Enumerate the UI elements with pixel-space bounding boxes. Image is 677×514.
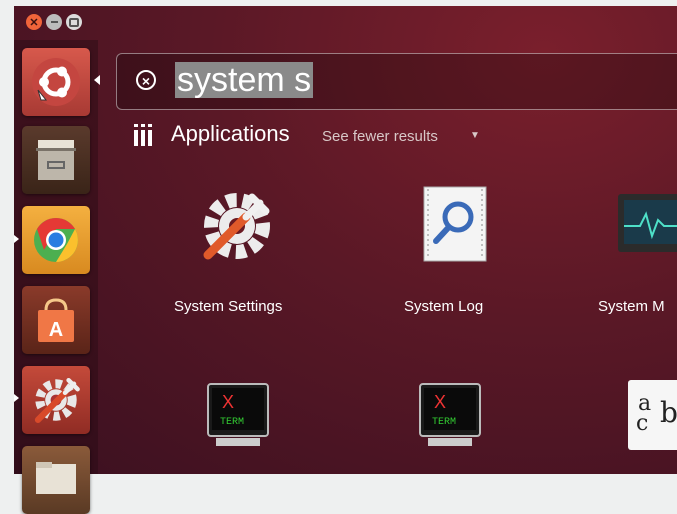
character-map-icon[interactable]: a c b: [628, 380, 677, 450]
applications-category-icon: [134, 124, 152, 146]
minimize-window-button[interactable]: [46, 14, 62, 30]
svg-text:A: A: [49, 319, 63, 341]
xterm-x-label: X: [434, 392, 446, 412]
launcher-item-dash-home[interactable]: [22, 48, 90, 116]
xterm-term-label: TERM: [220, 417, 244, 428]
xterm-icon[interactable]: X TERM: [206, 382, 270, 448]
file-cabinet-icon: [36, 140, 76, 180]
launcher-item-software-center[interactable]: A: [22, 286, 90, 354]
launcher-item-files[interactable]: [22, 126, 90, 194]
see-fewer-results-link[interactable]: See fewer results: [322, 128, 438, 145]
dash-pointer: [94, 75, 100, 85]
category-title: Applications: [171, 121, 290, 146]
chrome-icon: [34, 218, 78, 262]
launcher-item-chromium[interactable]: [22, 206, 90, 274]
launcher-item-folder[interactable]: [22, 446, 90, 514]
maximize-window-button[interactable]: [66, 14, 82, 30]
system-settings-icon: [34, 377, 80, 423]
system-settings-icon[interactable]: [194, 183, 280, 269]
system-log-icon[interactable]: [420, 185, 490, 263]
running-indicator: [14, 394, 19, 402]
clear-search-icon[interactable]: ×: [136, 70, 156, 90]
close-window-button[interactable]: ✕: [26, 14, 42, 30]
launcher-item-system-settings[interactable]: [22, 366, 90, 434]
charmap-b-glyph: b: [660, 396, 677, 429]
running-indicator: [14, 235, 19, 243]
result-label[interactable]: System M: [598, 298, 665, 315]
ubuntu-logo-icon: [32, 58, 80, 106]
charmap-c-glyph: c: [636, 411, 648, 436]
launcher: A: [14, 40, 98, 514]
result-label[interactable]: System Log: [404, 298, 483, 315]
search-bar[interactable]: × system s: [116, 53, 677, 110]
xterm-x-label: X: [222, 392, 234, 412]
shopping-bag-icon: A: [38, 298, 74, 342]
xterm-icon[interactable]: X TERM: [418, 382, 482, 448]
folder-icon: [36, 462, 76, 494]
result-label[interactable]: System Settings: [174, 298, 282, 315]
chevron-down-icon[interactable]: ▼: [470, 130, 480, 141]
xterm-term-label: TERM: [432, 417, 456, 428]
search-input[interactable]: system s: [175, 62, 314, 98]
system-monitor-icon[interactable]: [618, 190, 677, 260]
